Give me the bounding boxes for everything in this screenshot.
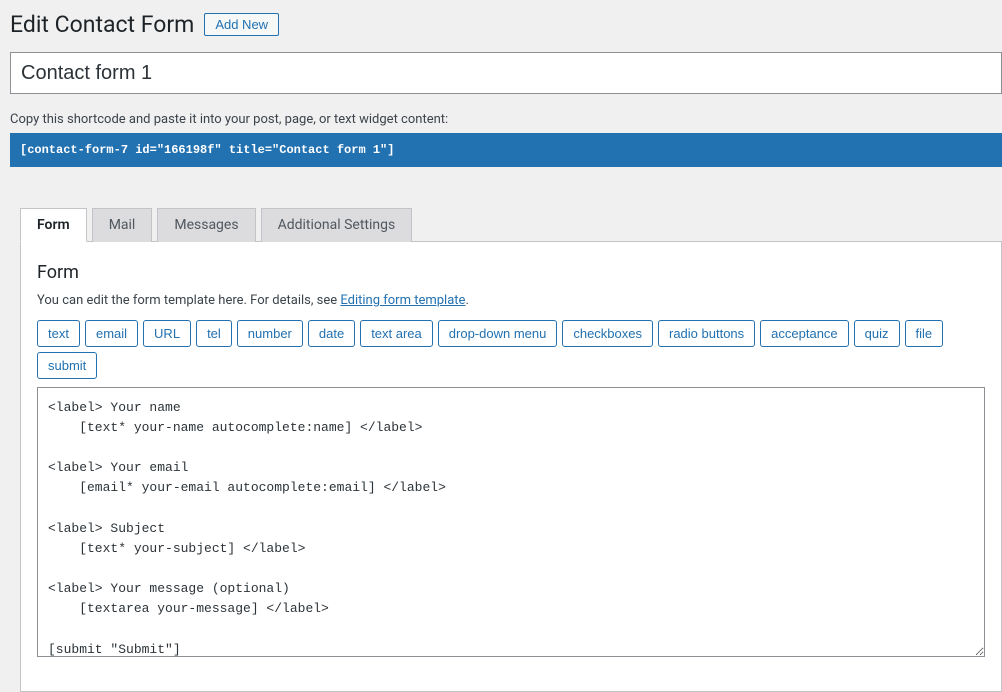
tag-btn-file[interactable]: file (905, 320, 944, 347)
tab-form[interactable]: Form (20, 208, 87, 242)
form-panel-desc-suffix: . (465, 293, 468, 308)
tag-btn-email[interactable]: email (85, 320, 138, 347)
form-panel-desc-prefix: You can edit the form template here. For… (37, 293, 340, 308)
tag-generator-buttons: textemailURLtelnumberdatetext areadrop-d… (37, 320, 985, 379)
form-panel: Form You can edit the form template here… (20, 242, 1002, 692)
tag-btn-date[interactable]: date (308, 320, 355, 347)
tag-btn-radio-buttons[interactable]: radio buttons (658, 320, 755, 347)
shortcode-hint: Copy this shortcode and paste it into yo… (10, 112, 1002, 127)
tab-messages[interactable]: Messages (157, 208, 255, 242)
tag-btn-url[interactable]: URL (143, 320, 191, 347)
tag-btn-checkboxes[interactable]: checkboxes (562, 320, 653, 347)
add-new-button[interactable]: Add New (204, 13, 279, 36)
shortcode-code[interactable]: [contact-form-7 id="166198f" title="Cont… (10, 133, 1002, 167)
tag-btn-tel[interactable]: tel (196, 320, 232, 347)
tab-mail[interactable]: Mail (92, 208, 153, 242)
form-title-input[interactable] (10, 52, 1002, 94)
editing-form-template-link[interactable]: Editing form template (340, 293, 465, 308)
form-panel-description: You can edit the form template here. For… (37, 293, 985, 308)
tag-btn-number[interactable]: number (237, 320, 303, 347)
page-title: Edit Contact Form (10, 10, 194, 40)
tab-additional-settings[interactable]: Additional Settings (261, 208, 413, 242)
tag-btn-drop-down-menu[interactable]: drop-down menu (438, 320, 558, 347)
tabs: FormMailMessagesAdditional Settings (20, 207, 1002, 242)
tag-btn-text-area[interactable]: text area (360, 320, 433, 347)
tag-btn-text[interactable]: text (37, 320, 80, 347)
tag-btn-submit[interactable]: submit (37, 352, 97, 379)
tag-btn-quiz[interactable]: quiz (854, 320, 900, 347)
form-template-textarea[interactable] (37, 387, 985, 657)
tag-btn-acceptance[interactable]: acceptance (760, 320, 849, 347)
form-panel-heading: Form (37, 262, 985, 283)
